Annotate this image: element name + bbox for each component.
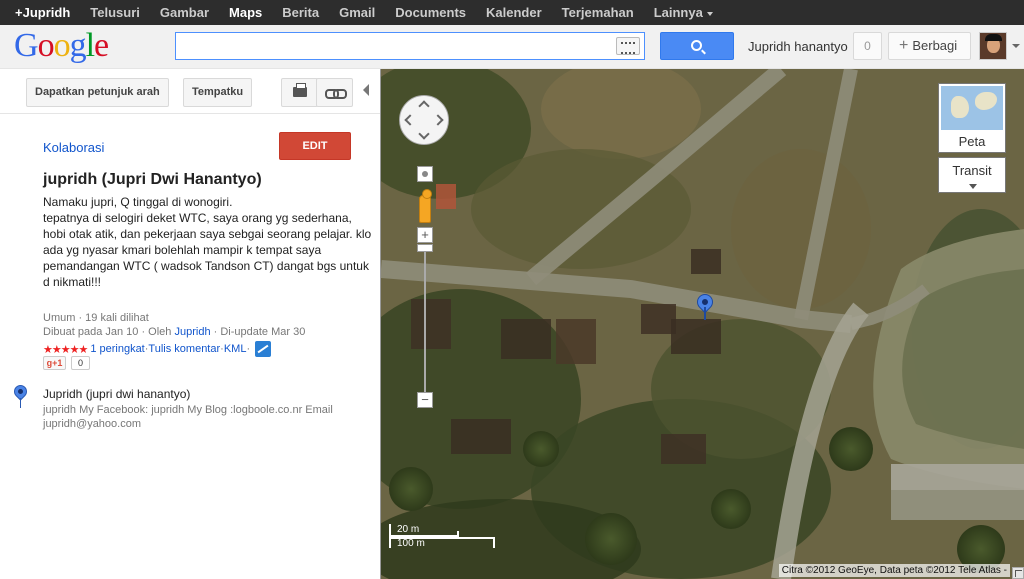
topbar-link-images[interactable]: Gambar	[150, 0, 219, 25]
gplus-row: g+1 0	[43, 356, 90, 370]
pan-control[interactable]	[399, 95, 449, 145]
placemark-title[interactable]: Jupridh (jupri dwi hanantyo)	[43, 387, 190, 401]
scale-label-large: 100 m	[397, 538, 425, 549]
google-logo[interactable]: Google	[14, 28, 109, 64]
satellite-imagery	[381, 69, 1024, 579]
topbar-link-news[interactable]: Berita	[272, 0, 329, 25]
chevron-down-icon[interactable]	[1012, 44, 1020, 48]
left-panel: Dapatkan petunjuk arah Tempatku Kolabora…	[0, 70, 380, 579]
my-location-button[interactable]	[417, 166, 433, 182]
share-label: Berbagi	[912, 38, 958, 53]
map-type-label: Peta	[958, 134, 986, 149]
user-name[interactable]: Jupridh hanantyo	[748, 39, 848, 54]
chevron-down-icon	[969, 184, 977, 189]
edit-button[interactable]: EDIT	[279, 132, 351, 160]
map-thumbnail	[941, 86, 1003, 130]
map-marker-stem	[704, 307, 706, 320]
scale-label-small: 20 m	[397, 524, 420, 535]
header: Google Jupridh hanantyo 0 + Berbagi	[0, 25, 1024, 69]
google-earth-icon[interactable]	[255, 341, 272, 357]
pan-down-icon[interactable]	[418, 128, 430, 140]
created-info: Dibuat pada Jan 10 · Oleh Jupridh · Di-u…	[43, 326, 305, 338]
topbar-link-gmail[interactable]: Gmail	[329, 0, 385, 25]
gplus-count: 0	[71, 356, 90, 370]
transit-layer-button[interactable]: Transit	[938, 157, 1006, 193]
share-button[interactable]: + Berbagi	[888, 32, 971, 60]
zoom-slider-track[interactable]	[424, 245, 426, 395]
notification-count[interactable]: 0	[853, 32, 882, 60]
search-input[interactable]	[175, 32, 645, 60]
rating-link[interactable]: 1 peringkat	[90, 343, 144, 355]
scale-bar: 20 m 100 m	[389, 524, 495, 549]
pan-up-icon[interactable]	[418, 100, 430, 112]
collapse-panel-icon[interactable]	[363, 84, 369, 96]
google-bar: +Jupridh Telusuri Gambar Maps Berita Gma…	[0, 0, 1024, 25]
topbar-link-search[interactable]: Telusuri	[80, 0, 150, 25]
topbar-more-label: Lainnya	[653, 5, 703, 20]
search-icon	[691, 40, 702, 51]
map-type-button[interactable]: Peta	[938, 83, 1006, 153]
map-canvas[interactable]: + − Peta Transit 20 m 100 m Citra ©2012 …	[380, 69, 1024, 579]
updated-info: · Di-update Mar 30	[210, 326, 306, 338]
placemark-stem	[20, 398, 21, 408]
search-button[interactable]	[660, 32, 734, 60]
my-places-button[interactable]: Tempatku	[183, 78, 253, 107]
map-description: Namaku jupri, Q tinggal di wonogiri. tep…	[43, 195, 372, 289]
author-link[interactable]: Jupridh	[174, 326, 210, 338]
kml-link[interactable]: KML	[224, 343, 247, 355]
rating-row: ★★★★★ 1 peringkat · Tulis komentar · KML…	[43, 341, 272, 357]
created-prefix: Dibuat pada Jan 10 · Oleh	[43, 326, 175, 338]
print-icon	[293, 83, 307, 97]
write-comment-link[interactable]: Tulis komentar	[148, 343, 220, 355]
chevron-down-icon	[706, 11, 713, 16]
keyboard-icon[interactable]	[616, 37, 640, 55]
gplus-button[interactable]: g+1	[43, 356, 66, 370]
star-rating[interactable]: ★★★★★	[43, 343, 88, 356]
collaborate-link[interactable]: Kolaborasi	[43, 140, 104, 155]
topbar-link-calendar[interactable]: Kalender	[476, 0, 552, 25]
zoom-slider-thumb[interactable]	[417, 244, 433, 252]
topbar-link-maps[interactable]: Maps	[219, 0, 272, 25]
placemark-description: jupridh My Facebook: jupridh My Blog :lo…	[43, 404, 333, 430]
link-icon	[325, 89, 347, 99]
plus-icon: +	[899, 37, 909, 54]
pegman-icon[interactable]	[419, 189, 432, 223]
zoom-in-button[interactable]: +	[417, 227, 433, 243]
pan-right-icon[interactable]	[432, 114, 444, 126]
avatar[interactable]	[979, 32, 1007, 60]
visibility-info: Umum · 19 kali dilihat	[43, 312, 149, 324]
transit-label: Transit	[952, 163, 992, 178]
topbar-link-documents[interactable]: Documents	[385, 0, 476, 25]
map-copyright: Citra ©2012 GeoEye, Data peta ©2012 Tele…	[778, 564, 1010, 577]
zoom-out-button[interactable]: −	[417, 392, 433, 408]
topbar-link-translate[interactable]: Terjemahan	[552, 0, 644, 25]
topbar-link-more[interactable]: Lainnya	[644, 0, 723, 25]
expand-icon[interactable]	[1012, 567, 1024, 579]
topbar-link-profile[interactable]: +Jupridh	[0, 0, 80, 25]
map-title: jupridh (Jupri Dwi Hanantyo)	[43, 171, 262, 188]
separator: ·	[246, 343, 251, 355]
get-directions-button[interactable]: Dapatkan petunjuk arah	[26, 78, 169, 107]
pan-left-icon[interactable]	[404, 114, 416, 126]
panel-toolbar: Dapatkan petunjuk arah Tempatku	[0, 70, 380, 114]
print-button[interactable]	[281, 78, 318, 107]
link-button[interactable]	[316, 78, 353, 107]
